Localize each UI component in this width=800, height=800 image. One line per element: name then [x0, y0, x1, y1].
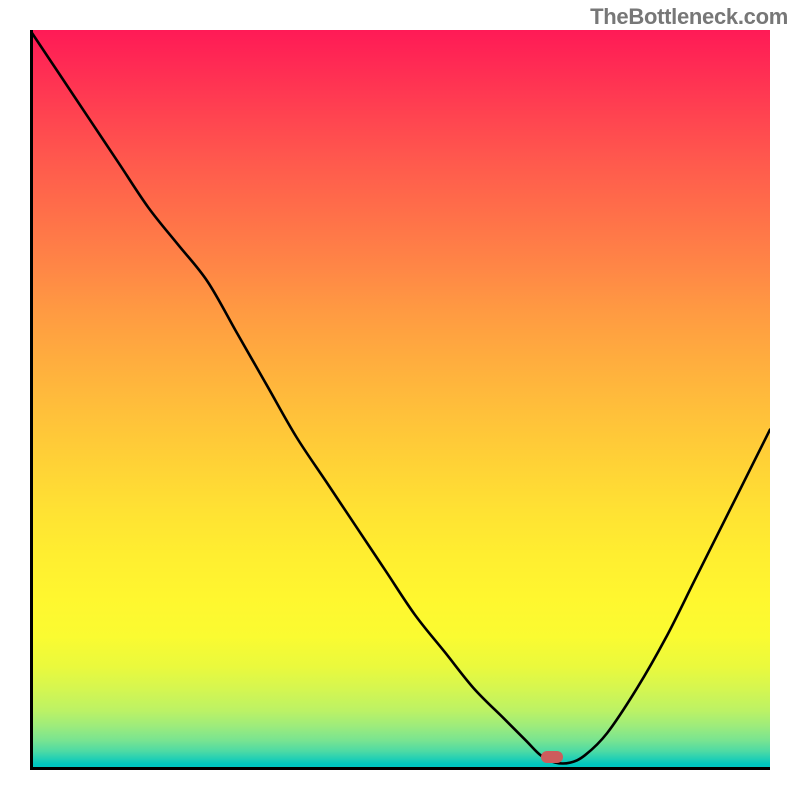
gradient-background [30, 30, 770, 770]
y-axis [30, 30, 33, 770]
chart-container: TheBottleneck.com [0, 0, 800, 800]
watermark-text: TheBottleneck.com [590, 4, 788, 30]
plot-area [30, 30, 770, 770]
highlight-marker [541, 751, 563, 763]
x-axis [30, 767, 770, 770]
